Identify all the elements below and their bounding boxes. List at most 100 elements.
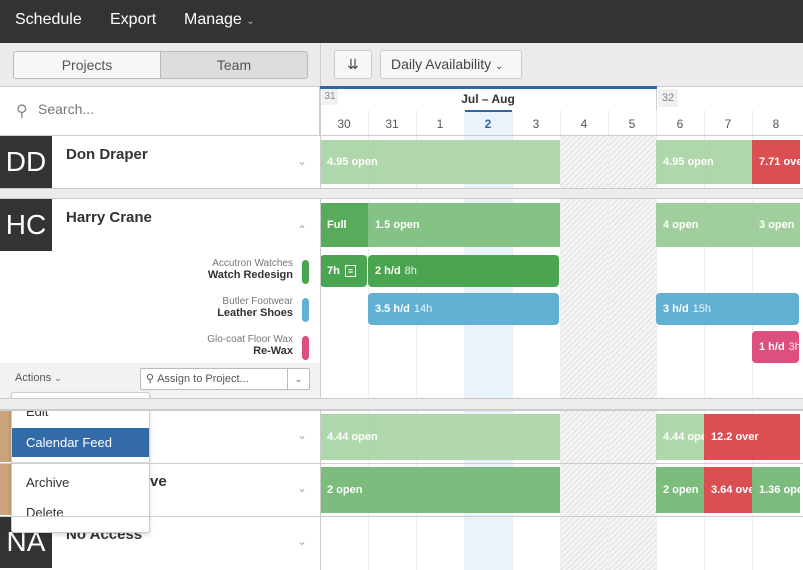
day-1[interactable]: 1	[416, 117, 464, 131]
person-row: DD Don Draper ⌄	[0, 136, 320, 188]
availability-bar[interactable]: 2 open	[656, 467, 704, 513]
assignment-hours: 14h	[413, 303, 433, 315]
project-label: Accutron Watches Watch Redesign	[208, 258, 293, 281]
nav-export[interactable]: Export	[110, 11, 156, 29]
chevron-down-icon[interactable]: ⌄	[297, 481, 307, 495]
row-divider	[0, 516, 803, 517]
nav-manage-label: Manage	[184, 11, 242, 28]
person-name[interactable]: Harry Crane	[66, 209, 152, 226]
assignment-bar[interactable]: 3.5 h/d 14h	[368, 293, 559, 325]
availability-bar[interactable]: 4.95 open	[320, 140, 560, 184]
day-7[interactable]: 7	[704, 117, 752, 131]
day-8[interactable]: 8	[752, 117, 800, 131]
divider	[320, 136, 321, 188]
row-divider	[0, 410, 803, 411]
actions-label: Actions	[15, 372, 52, 384]
assignment-rate: 7h	[327, 265, 340, 277]
availability-bar[interactable]: 12.2 over	[704, 414, 800, 460]
note-icon: ≡	[344, 265, 357, 277]
project-label: Glo-coat Floor Wax Re-Wax	[207, 334, 293, 357]
weekend-shading	[560, 136, 608, 570]
availability-bar[interactable]: 3 open	[752, 203, 800, 247]
assignment-bar[interactable]: 7h ≡	[320, 255, 367, 287]
assignment-bar[interactable]: 1 h/d 3h	[752, 331, 799, 363]
search-box[interactable]: ⚲	[0, 87, 320, 136]
assignment-hours: 3h	[788, 341, 799, 353]
availability-bar[interactable]: 2 open	[320, 467, 560, 513]
project-color-pill	[302, 298, 309, 322]
project-name[interactable]: Watch Redesign	[208, 269, 293, 281]
availability-bar[interactable]: 4.44 open	[656, 414, 704, 460]
nav-manage[interactable]: Manage ⌄	[184, 11, 255, 29]
availability-bar[interactable]: 4.95 open	[656, 140, 752, 184]
today-marker	[464, 110, 512, 112]
day-2[interactable]: 2	[464, 117, 512, 131]
week-number: 31	[322, 89, 338, 105]
availability-bar[interactable]: Full	[320, 203, 368, 247]
assign-to-project-select[interactable]: ⚲ Assign to Project... ⌄	[140, 368, 310, 390]
row-separator	[0, 188, 803, 199]
day-3[interactable]: 3	[512, 117, 560, 131]
assignment-bar[interactable]: 3 h/d 15h	[656, 293, 799, 325]
divider	[320, 463, 321, 516]
assignment-hours: 8h	[404, 265, 417, 277]
tab-projects[interactable]: Projects	[13, 51, 161, 79]
chevron-down-icon: ⌄	[54, 373, 62, 383]
search-icon: ⚲	[16, 103, 28, 120]
search-input[interactable]	[38, 101, 288, 117]
project-name[interactable]: Re-Wax	[207, 345, 293, 357]
client-name: Glo-coat Floor Wax	[207, 334, 293, 345]
chevron-down-icon[interactable]: ⌄	[287, 369, 309, 389]
person-name[interactable]: ve	[150, 473, 167, 490]
day-31[interactable]: 31	[368, 117, 416, 131]
assignment-rate: 1 h/d	[759, 341, 785, 353]
grid-line	[560, 110, 561, 570]
chevron-down-icon: ⌄	[246, 16, 255, 27]
availability-bar[interactable]: 1.36 open	[752, 467, 800, 513]
availability-bar[interactable]: 1.5 open	[368, 203, 560, 247]
assignment-rate: 2 h/d	[375, 265, 401, 277]
availability-bar[interactable]: 4.44 open	[320, 414, 560, 460]
week-indicator	[320, 86, 657, 89]
search-icon: ⚲	[146, 373, 155, 385]
divider	[320, 410, 321, 463]
day-4[interactable]: 4	[560, 117, 608, 131]
nav-schedule[interactable]: Schedule	[15, 11, 82, 29]
project-color-pill	[302, 260, 309, 284]
chevron-down-icon[interactable]: ⌄	[297, 428, 307, 442]
chevron-down-icon[interactable]: ⌄	[297, 154, 307, 168]
client-name: Accutron Watches	[212, 258, 293, 269]
menu-item-delete[interactable]: Delete	[12, 498, 149, 527]
availability-bar[interactable]: 4 open	[656, 203, 752, 247]
person-name[interactable]: Don Draper	[66, 146, 148, 163]
project-name[interactable]: Leather Shoes	[217, 307, 293, 319]
assignment-rate: 3.5 h/d	[375, 303, 410, 315]
row-separator	[0, 398, 803, 410]
availability-bar[interactable]: 3.64 over	[704, 467, 752, 513]
row-divider	[0, 463, 803, 464]
day-6[interactable]: 6	[656, 117, 704, 131]
divider	[320, 199, 321, 398]
day-30[interactable]: 30	[320, 117, 368, 131]
day-5[interactable]: 5	[608, 117, 656, 131]
assignment-bar[interactable]: 2 h/d 8h	[368, 255, 559, 287]
month-label: Jul – Aug	[461, 92, 515, 106]
project-label: Butler Footwear Leather Shoes	[217, 296, 293, 319]
calendar: 31 32 Jul – Aug 30 31 1 2 3 4 5 6 7 8 4.95 open 4.95 o…	[320, 0, 803, 570]
divider	[320, 516, 321, 570]
person-row: HC Harry Crane ⌃ Accutron Watches Watch Rede…	[0, 199, 320, 398]
avatar: DD	[0, 136, 52, 188]
divider	[320, 135, 803, 136]
tab-team[interactable]: Team	[160, 51, 308, 79]
chevron-down-icon[interactable]: ⌄	[297, 534, 307, 548]
project-color-pill	[302, 336, 309, 360]
client-name: Butler Footwear	[222, 296, 293, 307]
assignment-rate: 3 h/d	[663, 303, 689, 315]
menu-item-archive[interactable]: Archive	[12, 468, 149, 497]
chevron-up-icon[interactable]: ⌃	[297, 223, 307, 237]
availability-bar[interactable]: 7.71 over	[752, 140, 800, 184]
actions-dropdown[interactable]: Actions ⌄	[15, 372, 62, 384]
menu-item-calendar-feed[interactable]: Calendar Feed	[12, 428, 149, 457]
assign-placeholder: Assign to Project...	[157, 373, 249, 385]
avatar: HC	[0, 199, 52, 251]
